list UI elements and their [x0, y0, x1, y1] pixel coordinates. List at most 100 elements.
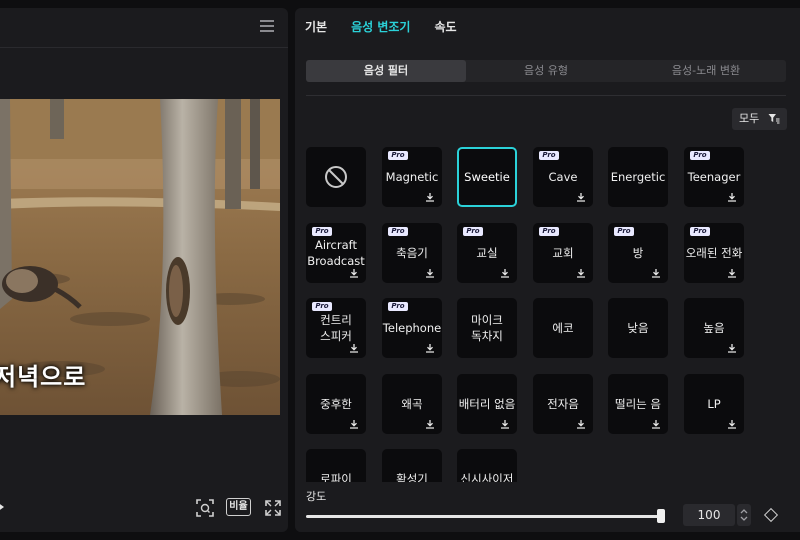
video-caption: 저녁으로	[0, 363, 87, 391]
download-icon[interactable]	[576, 419, 586, 429]
pro-badge: Pro	[690, 151, 710, 160]
effect-tile[interactable]: Pro Teenager	[684, 147, 744, 207]
effect-label: 마이크 독차지	[471, 313, 503, 343]
stepper-arrows-icon	[740, 509, 748, 521]
effect-label: Sweetie	[464, 170, 510, 184]
effect-label: 신시사이저	[460, 472, 514, 482]
intensity-stepper[interactable]	[737, 504, 751, 526]
effect-tile[interactable]: 떨리는 음	[608, 374, 668, 434]
download-icon[interactable]	[651, 268, 661, 278]
download-icon[interactable]	[576, 192, 586, 202]
pro-badge: Pro	[539, 151, 559, 160]
intensity-value-input[interactable]: 100	[683, 504, 735, 526]
effect-tile[interactable]: Energetic	[608, 147, 668, 207]
download-icon[interactable]	[425, 343, 435, 353]
effect-tile[interactable]: 신시사이저	[457, 449, 517, 482]
tab-voice-changer[interactable]: 음성 변조기	[351, 18, 410, 38]
download-icon[interactable]	[727, 192, 737, 202]
effect-label: 확성기	[396, 472, 428, 482]
intensity-control: 강도 100	[295, 482, 800, 532]
effect-tile[interactable]: 마이크 독차지	[457, 298, 517, 358]
keyframe-diamond-icon[interactable]	[763, 507, 779, 523]
download-icon[interactable]	[349, 268, 359, 278]
effect-tile[interactable]: Pro Cave	[533, 147, 593, 207]
download-icon[interactable]	[500, 419, 510, 429]
download-icon[interactable]	[727, 268, 737, 278]
video-preview[interactable]: 저녁으로	[0, 99, 280, 415]
effect-tile[interactable]: 로파이	[306, 449, 366, 482]
effect-label: Aircraft Broadcast	[307, 238, 365, 268]
effect-grid: Pro Magnetic Sweetie Pro Cave Energetic Pro Tee…	[306, 147, 746, 482]
fullscreen-icon[interactable]	[263, 498, 283, 518]
effect-label: 방	[632, 246, 644, 260]
intensity-slider-thumb[interactable]	[657, 509, 665, 523]
effect-tile[interactable]: Pro 교회	[533, 223, 593, 283]
effect-tile[interactable]: Pro 방	[608, 223, 668, 283]
subtab-voice-filter[interactable]: 음성 필터	[306, 60, 466, 82]
none-icon	[325, 166, 347, 188]
filter-all-button[interactable]: 모두	[732, 108, 787, 130]
download-icon[interactable]	[349, 343, 359, 353]
effect-label: 컨트리 스피커	[320, 313, 352, 343]
effect-label: 낮음	[627, 321, 649, 335]
download-icon[interactable]	[651, 419, 661, 429]
download-icon[interactable]	[500, 268, 510, 278]
tab-basic[interactable]: 기본	[305, 18, 327, 38]
panel-tabs: 기본 음성 변조기 속도	[305, 18, 481, 38]
voice-subtabs: 음성 필터 음성 유형 음성-노래 변환	[306, 60, 786, 82]
pro-badge: Pro	[312, 227, 332, 236]
effect-label: 에코	[552, 321, 574, 335]
effect-tile[interactable]: Pro Magnetic	[382, 147, 442, 207]
pro-badge: Pro	[539, 227, 559, 236]
aspect-ratio-button[interactable]: 비율	[226, 498, 251, 516]
subtab-voice-to-song[interactable]: 음성-노래 변환	[626, 60, 786, 82]
effect-label: 교실	[476, 246, 498, 260]
effect-tile[interactable]: 에코	[533, 298, 593, 358]
intensity-label: 강도	[306, 490, 327, 503]
effect-tile[interactable]: Pro 축음기	[382, 223, 442, 283]
effect-tile[interactable]: 배터리 없음	[457, 374, 517, 434]
effect-label: LP	[707, 397, 721, 411]
pro-badge: Pro	[614, 227, 634, 236]
menu-icon[interactable]	[260, 20, 274, 34]
pro-badge: Pro	[463, 227, 483, 236]
effect-tile[interactable]: 전자음	[533, 374, 593, 434]
effect-none-tile[interactable]	[306, 147, 366, 207]
download-icon[interactable]	[727, 419, 737, 429]
fit-screen-icon[interactable]	[195, 498, 215, 518]
effect-label: 왜곡	[401, 397, 423, 411]
download-icon[interactable]	[425, 419, 435, 429]
effect-label: 축음기	[396, 246, 428, 260]
effect-tile[interactable]: 왜곡	[382, 374, 442, 434]
effect-tile[interactable]: 높음	[684, 298, 744, 358]
effect-tile[interactable]: Pro 교실	[457, 223, 517, 283]
download-icon[interactable]	[576, 268, 586, 278]
effect-tile[interactable]: Pro 오래된 전화	[684, 223, 744, 283]
effect-tile[interactable]: Sweetie	[457, 147, 517, 207]
effect-tile[interactable]: Pro Telephone	[382, 298, 442, 358]
download-icon[interactable]	[349, 419, 359, 429]
effect-tile[interactable]: Pro Aircraft Broadcast	[306, 223, 366, 283]
effect-tile[interactable]: 낮음	[608, 298, 668, 358]
effect-label: 높음	[703, 321, 725, 335]
effect-label: Cave	[548, 170, 578, 184]
subtab-voice-type[interactable]: 음성 유형	[466, 60, 626, 82]
download-icon[interactable]	[425, 192, 435, 202]
pro-badge: Pro	[388, 227, 408, 236]
play-button[interactable]	[0, 502, 4, 512]
effect-tile[interactable]: 중후한	[306, 374, 366, 434]
effect-tile[interactable]: LP	[684, 374, 744, 434]
filter-all-label: 모두	[739, 112, 760, 125]
effect-label: 오래된 전화	[685, 246, 743, 260]
player-panel: 저녁으로 비율	[0, 8, 288, 532]
download-icon[interactable]	[425, 268, 435, 278]
app-window: 저녁으로 비율 기본 음성 변조기 속도 음성 필터 음성 유형 음성-노래 변…	[0, 0, 800, 540]
intensity-slider-track[interactable]	[306, 515, 662, 518]
top-strip	[0, 0, 800, 8]
tab-speed[interactable]: 속도	[434, 18, 456, 38]
effect-label: 중후한	[320, 397, 352, 411]
download-icon[interactable]	[727, 343, 737, 353]
player-header	[0, 8, 288, 48]
effect-tile[interactable]: 확성기	[382, 449, 442, 482]
effect-tile[interactable]: Pro 컨트리 스피커	[306, 298, 366, 358]
